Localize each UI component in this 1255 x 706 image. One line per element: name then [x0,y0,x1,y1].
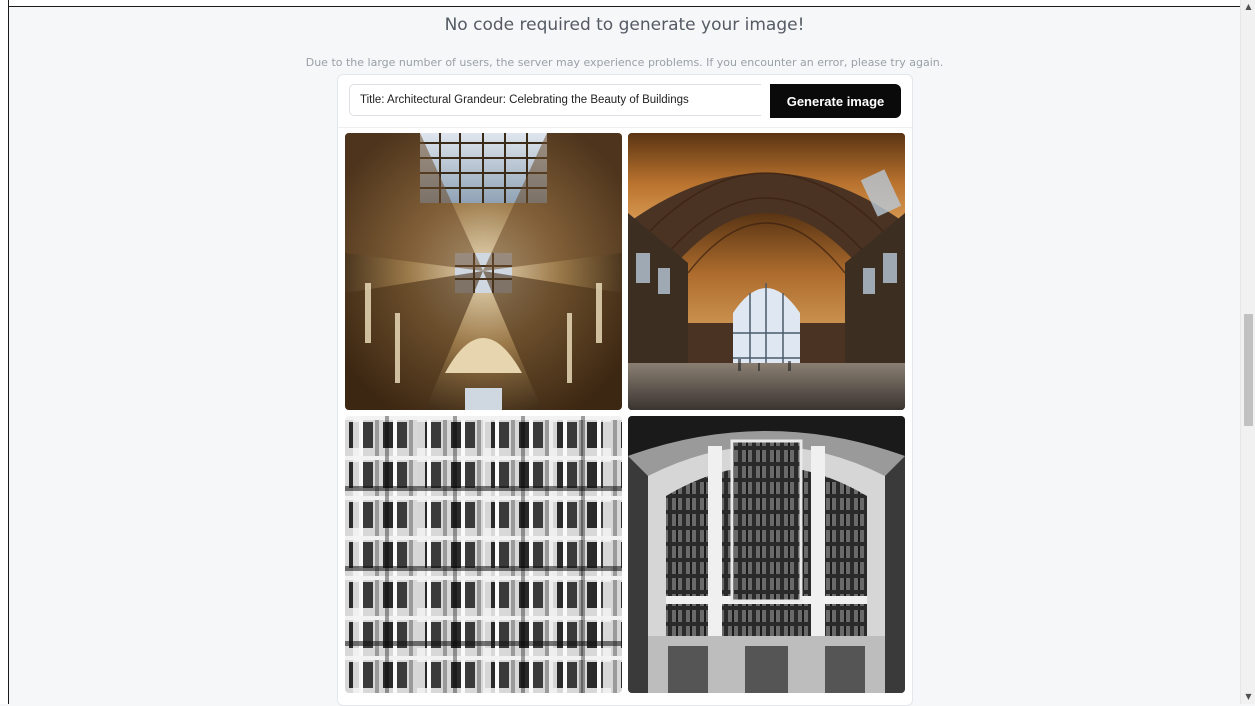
scroll-up-icon[interactable]: ▲ [1241,0,1255,14]
window-frame-left [0,0,9,704]
scrollbar-thumb[interactable] [1244,314,1253,426]
page-headline: No code required to generate your image! [444,15,805,35]
result-image-ornate-ceiling[interactable] [345,133,622,410]
result-image-bw-facade[interactable] [345,416,622,693]
server-notice: Due to the large number of users, the se… [305,56,944,69]
image-icon [628,416,905,693]
image-icon [628,133,905,410]
results-grid [345,133,905,695]
browser-viewport: No code required to generate your image!… [0,0,1255,706]
result-image-bw-window[interactable] [628,416,905,693]
prompt-input[interactable] [349,84,761,116]
image-icon [345,133,622,410]
page-content: No code required to generate your image!… [9,7,1240,706]
window-frame-top [0,0,1240,7]
result-image-vaulted-hall[interactable] [628,133,905,410]
card-divider [338,127,912,128]
image-icon [345,416,622,693]
prompt-row: Generate image [349,84,901,118]
vertical-scrollbar[interactable]: ▲ ▼ [1240,0,1255,704]
generator-card: Generate image [337,74,913,706]
scroll-down-icon[interactable]: ▼ [1241,690,1255,704]
generate-image-button[interactable]: Generate image [770,84,901,118]
